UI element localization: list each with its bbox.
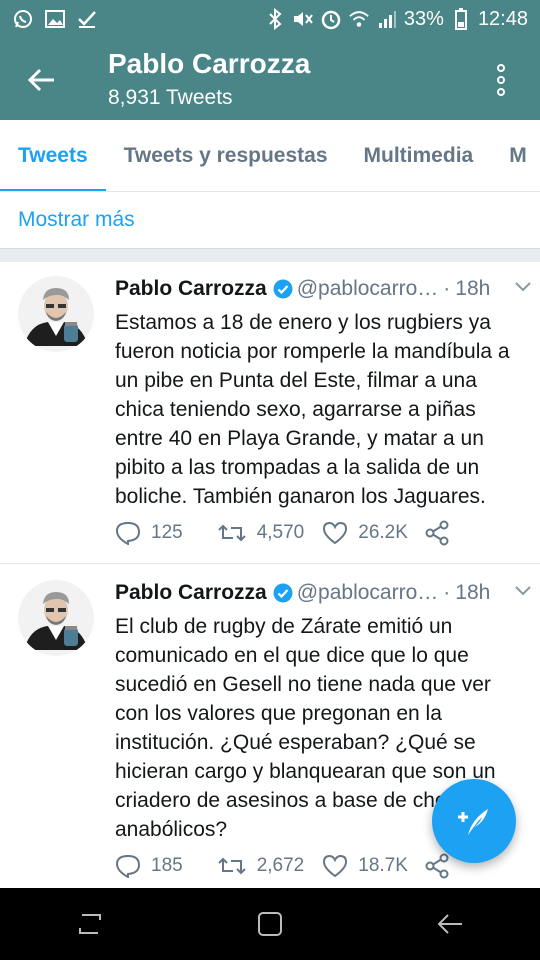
check-icon (76, 8, 98, 30)
show-more-link[interactable]: Mostrar más (0, 192, 540, 248)
battery-percent: 33% (403, 7, 444, 30)
compose-tweet-button[interactable] (432, 779, 516, 863)
back-nav-icon (437, 914, 462, 934)
gallery-icon (44, 8, 66, 30)
status-bar: 33% 12:48 (0, 0, 540, 38)
back-arrow-icon (28, 68, 54, 92)
signal-icon (376, 8, 398, 30)
whatsapp-icon (12, 8, 34, 30)
recent-apps-icon (79, 914, 101, 934)
alarm-icon (320, 8, 342, 30)
tweet-author-handle: @pablocarro… (296, 581, 439, 604)
back-button[interactable] (22, 60, 62, 100)
tweet-actions: 185 2,672 18.7K (115, 853, 450, 879)
tweet-time: 18h (455, 277, 491, 300)
home-icon (258, 912, 282, 936)
tab-media[interactable]: Multimedia (346, 120, 492, 191)
chevron-down-icon[interactable] (514, 584, 532, 602)
more-vert-icon (497, 64, 505, 72)
tweet-separator: · (443, 277, 451, 300)
avatar[interactable] (18, 580, 94, 656)
tweet-author-name[interactable]: Pablo Carrozza (115, 581, 267, 605)
retweet-icon (217, 857, 246, 875)
verified-badge-icon (273, 279, 293, 299)
retweet-button[interactable]: 4,570 (217, 522, 305, 544)
home-button[interactable] (250, 904, 290, 944)
tweet-author-handle: @pablocarro… (296, 277, 439, 300)
reply-icon (115, 854, 141, 878)
tweet-text: Estamos a 18 de enero y los rugbiers ya … (115, 311, 510, 508)
tweet[interactable]: Pablo Carrozza @pablocarro… · 18h Estamo… (0, 262, 540, 564)
share-button[interactable] (424, 853, 450, 879)
tab-tweets[interactable]: Tweets (0, 120, 106, 191)
tab-tweets-and-replies[interactable]: Tweets y respuestas (106, 120, 346, 191)
heart-icon (323, 521, 348, 545)
tweet-count: 8,931 Tweets (108, 86, 233, 109)
like-button[interactable]: 18.7K (322, 854, 408, 878)
avatar[interactable] (18, 276, 94, 352)
wifi-icon (348, 8, 370, 30)
tweet-author-name[interactable]: Pablo Carrozza (115, 277, 267, 301)
reply-count: 185 (151, 855, 183, 876)
retweet-count: 4,570 (256, 522, 305, 543)
compose-feather-icon (458, 809, 488, 835)
clock: 12:48 (477, 7, 528, 30)
recent-apps-button[interactable] (70, 904, 110, 944)
reply-button[interactable]: 185 (115, 854, 183, 878)
verified-badge-icon (273, 583, 293, 603)
like-count: 18.7K (358, 855, 408, 876)
tweet-actions: 125 4,570 26.2K (115, 520, 450, 546)
bluetooth-icon (264, 8, 286, 30)
reply-button[interactable]: 125 (115, 521, 183, 545)
retweet-count: 2,672 (256, 855, 305, 876)
heart-icon (323, 854, 348, 878)
share-button[interactable] (424, 520, 450, 546)
mute-icon (292, 8, 314, 30)
battery-icon (450, 8, 472, 30)
like-button[interactable]: 26.2K (322, 521, 408, 545)
retweet-icon (217, 524, 246, 542)
tab-likes[interactable]: M (491, 120, 540, 191)
app-bar: Pablo Carrozza 8,931 Tweets (0, 38, 540, 120)
reply-icon (115, 521, 141, 545)
retweet-button[interactable]: 2,672 (217, 855, 305, 877)
share-icon (425, 520, 449, 546)
system-nav-bar (0, 888, 540, 960)
chevron-down-icon[interactable] (514, 280, 532, 298)
more-options-button[interactable] (488, 60, 514, 100)
section-divider (0, 248, 540, 262)
tweet-time: 18h (455, 581, 491, 604)
reply-count: 125 (151, 522, 183, 543)
profile-name: Pablo Carrozza (108, 48, 311, 79)
back-nav-button[interactable] (430, 904, 470, 944)
tweet-separator: · (443, 581, 451, 604)
share-icon (425, 853, 449, 879)
like-count: 26.2K (358, 522, 408, 543)
profile-tabs: Tweets Tweets y respuestas Multimedia M (0, 120, 540, 192)
